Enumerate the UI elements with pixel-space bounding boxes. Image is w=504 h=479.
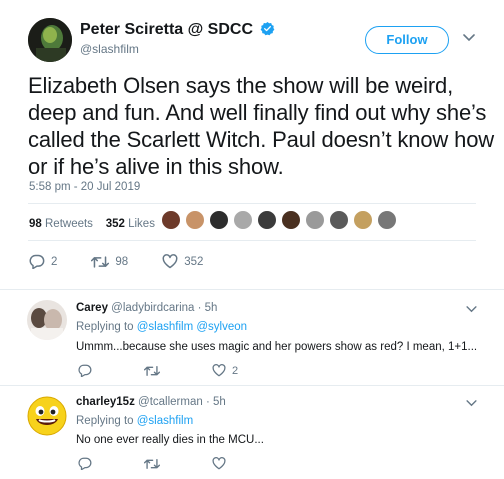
liker-avatar[interactable] <box>281 210 301 230</box>
reply-icon <box>78 364 92 377</box>
reply-author-name[interactable]: charley15z <box>76 396 135 408</box>
mention-link[interactable]: @sylveon <box>196 321 247 333</box>
timestamp[interactable]: 5:58 pm - 20 Jul 2019 <box>29 181 140 193</box>
reply-author[interactable]: Carey @ladybirdcarina · 5h <box>76 302 217 314</box>
reply-meta: @tcallerman · 5h <box>138 396 226 408</box>
retweets-label: Retweets <box>45 218 93 230</box>
retweet-icon <box>144 458 160 469</box>
smiley-icon <box>27 396 67 436</box>
replying-prefix: Replying to <box>76 321 134 333</box>
retweets-count: 98 <box>29 218 42 230</box>
chevron-down-icon[interactable] <box>466 306 477 313</box>
display-name-text[interactable]: Peter Sciretta @ SDCC <box>80 21 253 38</box>
like-action[interactable]: 352 <box>162 254 203 269</box>
divider <box>28 240 476 241</box>
reply-action[interactable] <box>78 364 98 377</box>
chevron-down-icon[interactable] <box>463 34 475 42</box>
likes-stat[interactable]: 352 Likes <box>106 218 155 230</box>
heart-icon <box>212 457 226 470</box>
replying-prefix: Replying to <box>76 415 134 427</box>
reply-text: Ummm...because she uses magic and her po… <box>76 341 478 353</box>
heart-icon <box>212 364 226 377</box>
avatar[interactable] <box>28 18 72 62</box>
liker-avatar[interactable] <box>257 210 277 230</box>
reply-actions <box>78 457 232 470</box>
divider <box>28 203 476 204</box>
liker-avatar[interactable] <box>161 210 181 230</box>
avatar[interactable] <box>27 300 67 340</box>
follow-button[interactable]: Follow <box>365 26 449 54</box>
liker-avatar[interactable] <box>377 210 397 230</box>
replying-to: Replying to @slashfilm @sylveon <box>76 321 247 333</box>
like-action[interactable] <box>212 457 232 470</box>
liker-avatar[interactable] <box>353 210 373 230</box>
reply-tweet[interactable]: Carey @ladybirdcarina · 5h Replying to @… <box>0 290 504 384</box>
liker-avatars <box>161 210 401 230</box>
reply-actions: 2 <box>78 364 238 377</box>
reply-action[interactable]: 2 <box>29 254 57 269</box>
liker-avatar[interactable] <box>329 210 349 230</box>
retweet-count: 98 <box>115 255 129 268</box>
reply-icon <box>78 457 92 470</box>
reply-author-name[interactable]: Carey <box>76 302 108 314</box>
reply-action[interactable] <box>78 457 98 470</box>
retweet-action[interactable] <box>144 458 166 470</box>
reply-tweet[interactable]: charley15z @tcallerman · 5h Replying to … <box>0 386 504 479</box>
handle[interactable]: @slashfilm <box>80 42 139 56</box>
retweets-stat[interactable]: 98 Retweets <box>29 218 93 230</box>
likes-count: 352 <box>105 218 125 230</box>
retweet-action[interactable] <box>144 365 166 377</box>
verified-badge-icon <box>261 21 275 36</box>
replying-to: Replying to @slashfilm <box>76 415 193 427</box>
retweet-icon <box>144 365 160 376</box>
heart-icon <box>162 254 178 269</box>
reply-count: 2 <box>51 255 58 268</box>
avatar[interactable] <box>27 396 67 436</box>
liker-avatar[interactable] <box>233 210 253 230</box>
liker-avatar[interactable] <box>185 210 205 230</box>
tweet-stats: 98 Retweets 352 Likes <box>29 218 155 230</box>
mention-link[interactable]: @slashfilm <box>137 415 193 427</box>
liker-avatar[interactable] <box>209 210 229 230</box>
like-count: 2 <box>232 364 239 377</box>
display-name[interactable]: Peter Sciretta @ SDCC <box>80 21 275 39</box>
like-action[interactable]: 2 <box>212 364 238 377</box>
reply-text: No one ever really dies in the MCU... <box>76 434 264 446</box>
liker-avatar[interactable] <box>305 210 325 230</box>
reply-meta: @ladybirdcarina · 5h <box>111 302 218 314</box>
retweet-action[interactable]: 98 <box>91 255 128 269</box>
tweet-actions: 2 98 352 <box>29 254 203 269</box>
tweet-text: Elizabeth Olsen says the show will be we… <box>28 73 495 179</box>
main-tweet: Peter Sciretta @ SDCC @slashfilm Follow … <box>0 0 504 290</box>
chevron-down-icon[interactable] <box>466 400 477 407</box>
reply-icon <box>29 254 45 269</box>
likes-label: Likes <box>128 218 155 230</box>
retweet-icon <box>91 255 110 268</box>
like-count: 352 <box>184 255 204 268</box>
mention-link[interactable]: @slashfilm <box>137 321 193 333</box>
reply-author[interactable]: charley15z @tcallerman · 5h <box>76 396 226 408</box>
